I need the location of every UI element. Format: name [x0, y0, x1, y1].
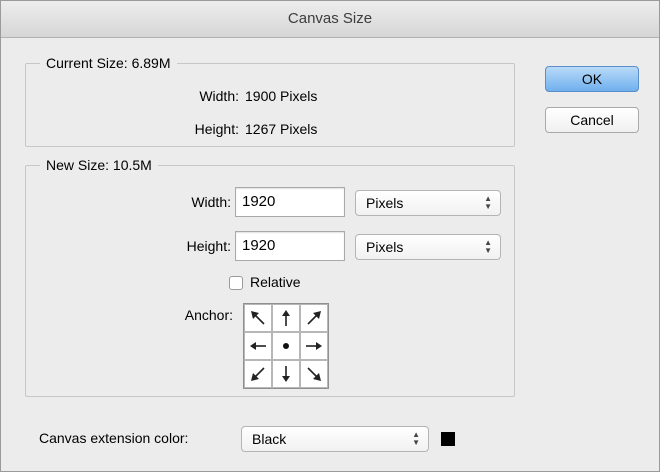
- height-input[interactable]: 1920: [235, 231, 345, 261]
- current-height-label: Height:: [194, 121, 239, 137]
- anchor-grid: [243, 303, 329, 389]
- ok-button[interactable]: OK: [545, 66, 639, 92]
- select-stepper-icon: ▲ ▼: [412, 430, 420, 447]
- height-unit-select[interactable]: Pixels ▲ ▼: [355, 234, 501, 260]
- anchor-center-dot-icon: [283, 343, 289, 349]
- relative-checkbox[interactable]: [229, 276, 243, 290]
- arrow-sw-icon: [251, 367, 265, 381]
- new-height-label: Height:: [186, 238, 231, 254]
- new-width-label: Width:: [191, 194, 231, 210]
- extension-color-label: Canvas extension color:: [39, 430, 189, 446]
- arrow-e-icon: [306, 342, 322, 350]
- extension-color-swatch[interactable]: [441, 432, 455, 446]
- relative-label: Relative: [250, 274, 301, 290]
- anchor-top-right[interactable]: [300, 304, 328, 332]
- arrow-ne-icon: [307, 311, 321, 325]
- select-stepper-icon: ▲ ▼: [484, 238, 492, 255]
- cancel-button[interactable]: Cancel: [545, 107, 639, 133]
- new-size-legend: New Size: 10.5M: [46, 157, 152, 173]
- anchor-middle-right[interactable]: [300, 332, 328, 360]
- anchor-label: Anchor:: [184, 307, 233, 323]
- anchor-bottom-right[interactable]: [300, 360, 328, 388]
- height-unit-value: Pixels: [366, 239, 404, 255]
- select-stepper-icon: ▲ ▼: [484, 194, 492, 211]
- anchor-bottom-left[interactable]: [244, 360, 272, 388]
- anchor-top-left[interactable]: [244, 304, 272, 332]
- canvas-size-dialog: Canvas Size Current Size: 6.89M Width: 1…: [0, 0, 660, 472]
- current-size-legend: Current Size: 6.89M: [46, 55, 171, 71]
- arrow-n-icon: [282, 310, 290, 326]
- arrow-s-icon: [282, 366, 290, 382]
- current-width-value: 1900 Pixels: [245, 88, 318, 104]
- current-height-value: 1267 Pixels: [245, 121, 318, 137]
- anchor-middle-left[interactable]: [244, 332, 272, 360]
- anchor-top-center[interactable]: [272, 304, 300, 332]
- window-title: Canvas Size: [1, 1, 659, 38]
- arrow-w-icon: [250, 342, 266, 350]
- arrow-se-icon: [307, 367, 321, 381]
- width-input[interactable]: 1920: [235, 187, 345, 217]
- width-unit-value: Pixels: [366, 195, 404, 211]
- anchor-center[interactable]: [272, 332, 300, 360]
- anchor-bottom-center[interactable]: [272, 360, 300, 388]
- extension-color-select[interactable]: Black ▲ ▼: [241, 426, 429, 452]
- extension-color-value: Black: [252, 431, 287, 447]
- width-unit-select[interactable]: Pixels ▲ ▼: [355, 190, 501, 216]
- arrow-nw-icon: [251, 311, 265, 325]
- current-width-label: Width:: [199, 88, 239, 104]
